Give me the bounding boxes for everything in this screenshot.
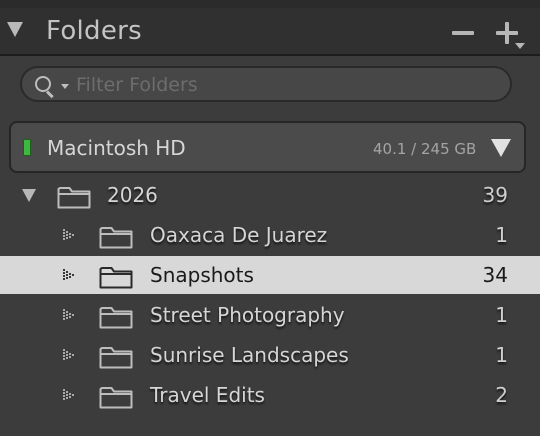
folder-row[interactable]: Oaxaca De Juarez 1 — [0, 216, 540, 254]
folders-panel: Folders Macintosh HD 40.1 / 245 GB 2026 … — [0, 0, 540, 436]
volume-collapse-chevron-icon[interactable] — [491, 139, 511, 157]
folder-row-selected[interactable]: Snapshots 34 — [0, 256, 540, 294]
search-options-caret-icon[interactable] — [61, 84, 69, 89]
collapse-panel-icon[interactable] — [7, 22, 23, 37]
folder-icon — [99, 387, 133, 409]
volume-header[interactable]: Macintosh HD 40.1 / 245 GB — [9, 121, 526, 173]
minus-icon[interactable] — [452, 31, 474, 35]
folder-row[interactable]: Sunrise Landscapes 1 — [0, 336, 540, 374]
folder-photo-count: 34 — [482, 263, 508, 287]
folder-photo-count: 1 — [495, 223, 508, 247]
panel-title: Folders — [46, 16, 142, 46]
plus-menu-caret-icon[interactable] — [515, 43, 525, 49]
dotted-disclosure-icon — [63, 229, 74, 240]
plus-menu-icon-vertical[interactable] — [505, 22, 509, 44]
folder-icon — [99, 307, 133, 329]
dotted-disclosure-icon — [63, 309, 74, 320]
folder-label: Oaxaca De Juarez — [150, 223, 328, 247]
panel-top-strip — [0, 0, 540, 8]
dotted-disclosure-icon — [63, 349, 74, 360]
folder-label: Snapshots — [150, 263, 254, 287]
folder-photo-count: 39 — [482, 183, 508, 207]
folder-photo-count: 2 — [495, 383, 508, 407]
folder-row-root[interactable]: 2026 39 — [0, 176, 540, 214]
folder-icon — [99, 347, 133, 369]
filter-folders-input[interactable] — [74, 71, 498, 99]
magnifier-handle — [45, 90, 54, 99]
expand-triangle-icon[interactable] — [22, 189, 36, 202]
folder-row[interactable]: Travel Edits 2 — [0, 376, 540, 414]
folder-label: Street Photography — [150, 303, 345, 327]
folders-panel-header[interactable]: Folders — [0, 8, 540, 56]
folder-label: Sunrise Landscapes — [150, 343, 349, 367]
folder-icon — [99, 227, 133, 249]
folder-row[interactable]: Street Photography 1 — [0, 296, 540, 334]
dotted-disclosure-icon — [63, 389, 74, 400]
volume-name: Macintosh HD — [47, 136, 186, 160]
magnifier-dropdown-icon[interactable] — [35, 76, 51, 92]
folder-icon — [99, 267, 133, 289]
filter-folders-field[interactable] — [20, 66, 512, 102]
folder-icon — [57, 187, 91, 209]
volume-usage: 40.1 / 245 GB — [373, 140, 477, 158]
folder-label: 2026 — [107, 183, 158, 207]
volume-status-light — [23, 139, 31, 156]
dotted-disclosure-icon — [63, 269, 74, 280]
folder-label: Travel Edits — [150, 383, 265, 407]
folder-photo-count: 1 — [495, 343, 508, 367]
folder-photo-count: 1 — [495, 303, 508, 327]
